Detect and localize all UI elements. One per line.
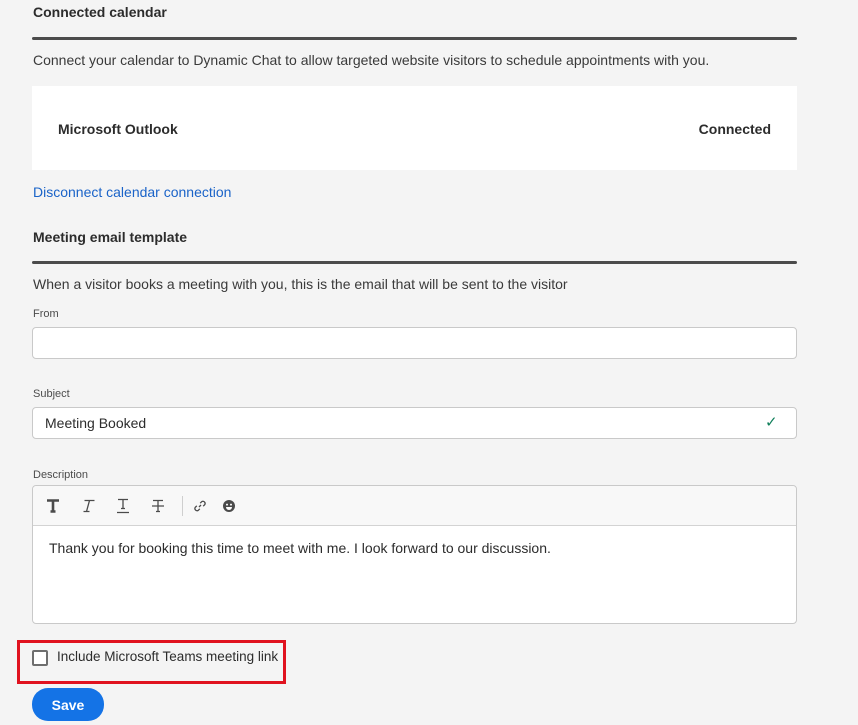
section-divider <box>32 37 797 40</box>
editor-toolbar <box>33 486 796 526</box>
section-divider <box>32 261 797 264</box>
link-icon[interactable] <box>190 496 210 516</box>
bold-icon[interactable] <box>43 496 63 516</box>
meeting-email-heading: Meeting email template <box>33 229 188 245</box>
teams-link-label[interactable]: Include Microsoft Teams meeting link <box>57 649 278 664</box>
calendar-connection-card: Microsoft Outlook Connected <box>32 86 797 170</box>
from-input[interactable] <box>32 327 797 359</box>
description-editor: Thank you for booking this time to meet … <box>32 485 797 624</box>
teams-link-checkbox[interactable] <box>32 650 48 666</box>
connected-calendar-description: Connect your calendar to Dynamic Chat to… <box>33 52 710 68</box>
calendar-status: Connected <box>698 121 771 137</box>
checkmark-icon: ✓ <box>765 414 778 431</box>
save-button[interactable]: Save <box>32 688 104 721</box>
connected-calendar-heading: Connected calendar <box>33 4 167 20</box>
from-label: From <box>33 308 59 320</box>
toolbar-separator <box>182 496 183 516</box>
strikethrough-icon[interactable] <box>148 496 168 516</box>
underline-icon[interactable] <box>113 496 133 516</box>
calendar-provider-name: Microsoft Outlook <box>58 121 178 137</box>
subject-input[interactable] <box>32 407 797 439</box>
disconnect-calendar-link[interactable]: Disconnect calendar connection <box>33 184 231 200</box>
description-label: Description <box>33 469 89 481</box>
subject-label: Subject <box>33 388 70 400</box>
description-body-text[interactable]: Thank you for booking this time to meet … <box>49 540 551 556</box>
italic-icon[interactable] <box>78 496 98 516</box>
emoji-icon[interactable] <box>219 496 239 516</box>
meeting-email-description: When a visitor books a meeting with you,… <box>33 276 568 292</box>
